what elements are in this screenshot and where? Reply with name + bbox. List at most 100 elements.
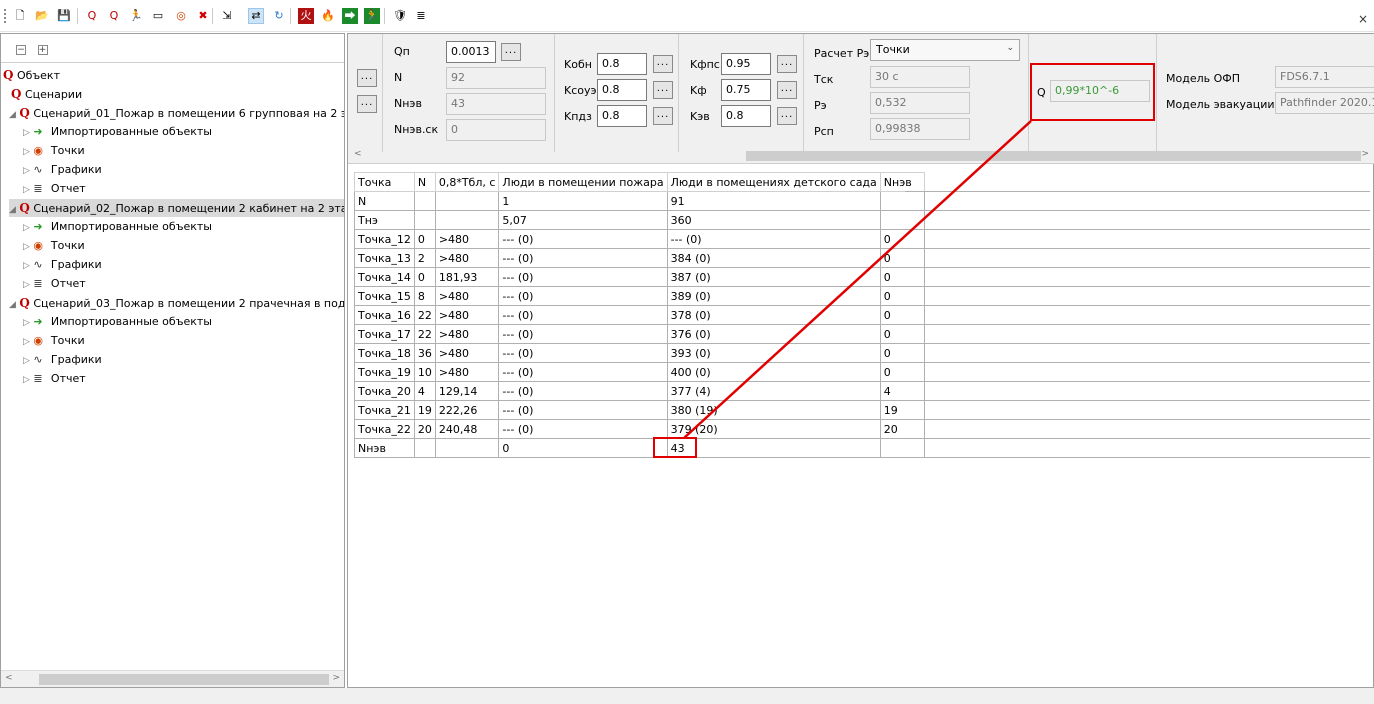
table-cell[interactable]: --- (0) [498, 400, 668, 420]
tree-child-item[interactable]: ▷ ➜ Импортированные объекты [23, 218, 212, 236]
tree-child-item[interactable]: ▷ ➜ Импортированные объекты [23, 313, 212, 331]
table-cell[interactable]: 22 [413, 305, 436, 325]
scroll-thumb[interactable] [39, 674, 329, 685]
column-header[interactable]: 0,8*Тбл, с [434, 172, 500, 192]
table-row[interactable]: Nнэв 0 43 [354, 438, 925, 458]
table-cell[interactable] [413, 210, 436, 230]
table-cell[interactable]: 0 [879, 248, 925, 268]
kobn-dots-button[interactable]: ... [653, 55, 673, 73]
table-cell[interactable]: >480 [434, 343, 500, 363]
table-cell[interactable]: Точка_14 [354, 267, 415, 287]
tree-child-item[interactable]: ▷ ≣ Отчет [23, 180, 86, 198]
table-row[interactable]: Точка_18 36 >480 --- (0) 393 (0) 0 [354, 343, 925, 363]
table-row[interactable]: Точка_17 22 >480 --- (0) 376 (0) 0 [354, 324, 925, 344]
table-cell[interactable]: --- (0) [498, 381, 668, 401]
table-cell[interactable]: >480 [434, 362, 500, 382]
tree-scenario-1[interactable]: ◢ Q Сценарий_01_Пожар в помещении 6 груп… [9, 104, 344, 122]
table-cell[interactable]: --- (0) [498, 248, 668, 268]
collapsed-triangle-icon[interactable]: ▷ [23, 337, 30, 347]
kpdz-input[interactable]: 0.8 [597, 105, 647, 127]
table-cell[interactable]: --- (0) [498, 419, 668, 439]
table-cell[interactable]: 0 [879, 343, 925, 363]
table-cell[interactable] [434, 191, 500, 211]
qp-input[interactable]: 0.0013 [446, 41, 496, 63]
fire-calc-icon[interactable]: 火 [298, 8, 314, 24]
table-cell[interactable]: Точка_17 [354, 324, 415, 344]
table-cell[interactable] [434, 438, 500, 458]
table-cell[interactable]: 2 [413, 248, 436, 268]
table-cell[interactable]: 19 [879, 400, 925, 420]
table-cell[interactable]: 240,48 [434, 419, 500, 439]
table-cell[interactable]: --- (0) [498, 286, 668, 306]
table-row[interactable]: Точка_13 2 >480 --- (0) 384 (0) 0 [354, 248, 925, 268]
ksouz-input[interactable]: 0.8 [597, 79, 647, 101]
target-icon[interactable]: ◎ [173, 8, 189, 24]
table-cell[interactable] [879, 210, 925, 230]
table-cell[interactable]: 1 [498, 191, 668, 211]
table-cell[interactable]: 0 [879, 267, 925, 287]
table-cell[interactable]: >480 [434, 324, 500, 344]
table-cell[interactable]: 0 [498, 438, 668, 458]
table-cell[interactable]: 129,14 [434, 381, 500, 401]
table-cell[interactable]: 0 [413, 229, 436, 249]
table-cell[interactable]: 377 (4) [666, 381, 881, 401]
table-cell[interactable]: --- (0) [666, 229, 881, 249]
open-folder-icon[interactable]: 📂 [34, 8, 50, 24]
column-header[interactable]: Люди в помещении пожара [498, 172, 668, 192]
collapsed-triangle-icon[interactable]: ▷ [23, 223, 30, 233]
table-cell[interactable] [413, 438, 436, 458]
collapse-all-icon[interactable]: − [16, 45, 26, 55]
table-cell[interactable]: >480 [434, 248, 500, 268]
table-cell[interactable]: Точка_12 [354, 229, 415, 249]
rascet-select[interactable]: Точки ⌄ [870, 39, 1020, 61]
table-cell[interactable] [434, 210, 500, 230]
collapsed-triangle-icon[interactable]: ▷ [23, 166, 30, 176]
table-cell[interactable]: --- (0) [498, 362, 668, 382]
table-cell[interactable]: Точка_21 [354, 400, 415, 420]
collapsed-triangle-icon[interactable]: ▷ [23, 185, 30, 195]
table-cell[interactable]: 0 [413, 267, 436, 287]
q-red-icon[interactable]: Q [84, 8, 100, 24]
table-row[interactable]: Точка_21 19 222,26 --- (0) 380 (19) 19 [354, 400, 925, 420]
tree-child-item[interactable]: ▷ ◉ Точки [23, 237, 85, 255]
report-icon[interactable]: ≣ [413, 8, 429, 24]
table-cell[interactable]: 0 [879, 305, 925, 325]
column-header[interactable]: Nнэв [879, 172, 925, 192]
table-cell[interactable] [879, 191, 925, 211]
table-cell[interactable]: 384 (0) [666, 248, 881, 268]
window-icon[interactable]: ▭ [150, 8, 166, 24]
collapsed-triangle-icon[interactable]: ▷ [23, 147, 30, 157]
parameters-horizontal-scrollbar[interactable]: < > [348, 148, 1374, 164]
tree-child-item[interactable]: ▷ ➜ Импортированные объекты [23, 123, 212, 141]
tree-child-item[interactable]: ▷ ≣ Отчет [23, 275, 86, 293]
table-cell[interactable]: 4 [879, 381, 925, 401]
table-cell[interactable]: --- (0) [498, 229, 668, 249]
table-cell[interactable]: 19 [413, 400, 436, 420]
table-cell[interactable]: >480 [434, 229, 500, 249]
prev-dots-button-2[interactable]: ... [357, 95, 377, 113]
table-cell[interactable]: Точка_19 [354, 362, 415, 382]
table-row[interactable]: Точка_19 10 >480 --- (0) 400 (0) 0 [354, 362, 925, 382]
flame-icon[interactable]: 🔥 [320, 8, 336, 24]
expand-all-icon[interactable]: + [37, 45, 48, 55]
kobn-input[interactable]: 0.8 [597, 53, 647, 75]
prev-dots-button-1[interactable]: ... [357, 69, 377, 87]
table-cell[interactable]: N [354, 191, 415, 211]
table-row[interactable]: Точка_16 22 >480 --- (0) 378 (0) 0 [354, 305, 925, 325]
tree-scenario-3[interactable]: ◢ Q Сценарий_03_Пожар в помещении 2 прач… [9, 294, 344, 312]
table-cell[interactable]: 20 [413, 419, 436, 439]
runner-icon[interactable]: 🏃 [128, 8, 144, 24]
scroll-thumb[interactable] [746, 151, 1361, 161]
expanded-triangle-icon[interactable]: ◢ [9, 205, 16, 215]
tree-child-item[interactable]: ▷ ◉ Точки [23, 332, 85, 350]
close-icon[interactable]: × [1358, 12, 1368, 26]
table-cell[interactable]: Точка_20 [354, 381, 415, 401]
table-row[interactable]: N 1 91 [354, 191, 925, 211]
table-cell[interactable]: 393 (0) [666, 343, 881, 363]
table-cell[interactable]: 22 [413, 324, 436, 344]
expanded-triangle-icon[interactable]: ◢ [9, 300, 16, 310]
table-cell[interactable]: 181,93 [434, 267, 500, 287]
table-cell[interactable]: 10 [413, 362, 436, 382]
table-cell[interactable]: 4 [413, 381, 436, 401]
tree-scenario-2[interactable]: ◢ Q Сценарий_02_Пожар в помещении 2 каби… [9, 199, 344, 217]
